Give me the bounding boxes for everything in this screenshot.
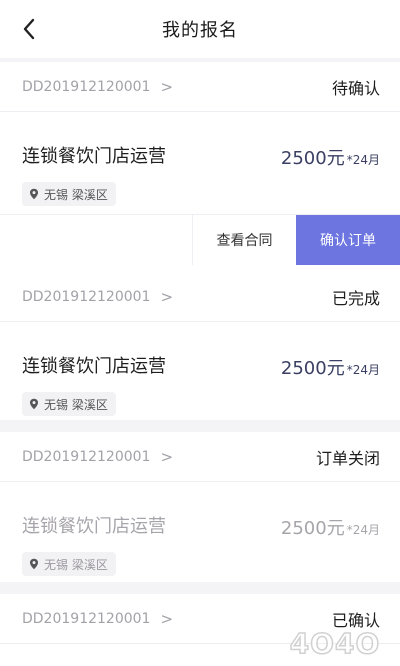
watermark-logo: 4O4O — [276, 626, 394, 660]
order-header: DD201912120001 > 待确认 — [0, 62, 400, 112]
back-button[interactable] — [18, 18, 40, 40]
job-info[interactable]: 连锁餐饮门店运营 2500元 *24月 无锡 梁溪区 — [0, 322, 400, 432]
header-bar: 我的报名 — [0, 0, 400, 58]
price-unit: *24月 — [346, 523, 380, 537]
location-pin-icon — [30, 558, 38, 570]
order-card[interactable]: DD201912120001 > 待确认 连锁餐饮门店运营 2500元 *24月… — [0, 62, 400, 276]
job-price: 2500元 *24月 — [281, 514, 380, 540]
confirm-order-button[interactable]: 确认订单 — [296, 215, 400, 265]
price-amount: 2500元 — [280, 148, 345, 169]
location-text: 无锡 梁溪区 — [44, 187, 108, 202]
job-price: 2500元 *24月 — [281, 354, 380, 380]
chevron-right-icon: > — [160, 447, 174, 466]
order-card[interactable]: DD201912120001 > 订单关闭 连锁餐饮门店运营 2500元 *24… — [0, 432, 400, 582]
job-title: 连锁餐饮门店运营 — [22, 146, 166, 167]
location-tag: 无锡 梁溪区 — [22, 392, 116, 416]
svg-text:4O4O: 4O4O — [290, 627, 381, 660]
price-amount: 2500元 — [280, 518, 345, 539]
location-pin-icon — [30, 188, 38, 200]
location-tag: 无锡 梁溪区 — [22, 182, 116, 206]
order-status: 已完成 — [331, 288, 380, 308]
page: 我的报名 DD201912120001 > 待确认 连锁餐饮门店运营 2500元… — [0, 0, 400, 666]
order-header: DD201912120001 > 订单关闭 — [0, 432, 400, 482]
chevron-right-icon: > — [160, 287, 174, 306]
location-pin-icon — [30, 398, 38, 410]
order-status: 订单关闭 — [315, 448, 380, 468]
order-number: DD201912120001 — [22, 288, 151, 305]
view-contract-button[interactable]: 查看合同 — [192, 215, 296, 265]
order-number: DD201912120001 — [22, 448, 151, 465]
job-title: 连锁餐饮门店运营 — [22, 356, 166, 377]
job-title: 连锁餐饮门店运营 — [22, 516, 166, 537]
chevron-left-icon — [23, 18, 35, 40]
location-text: 无锡 梁溪区 — [44, 397, 108, 412]
chevron-right-icon: > — [160, 609, 174, 628]
order-number-link[interactable]: DD201912120001 > — [22, 610, 173, 628]
price-unit: *24月 — [346, 363, 380, 377]
page-title: 我的报名 — [162, 20, 238, 41]
job-info[interactable]: 连锁餐饮门店运营 2500元 *24月 无锡 梁溪区 — [0, 112, 400, 222]
job-price: 2500元 *24月 — [281, 144, 380, 170]
watermark-graphic: 4O4O — [289, 626, 381, 660]
order-number-link[interactable]: DD201912120001 > — [22, 448, 173, 466]
location-tag: 无锡 梁溪区 — [22, 552, 116, 576]
price-unit: *24月 — [346, 153, 380, 167]
order-number-link[interactable]: DD201912120001 > — [22, 288, 173, 306]
order-number: DD201912120001 — [22, 610, 151, 627]
price-amount: 2500元 — [280, 358, 345, 379]
order-status: 待确认 — [331, 78, 380, 98]
order-actions: 查看合同 确认订单 — [0, 214, 400, 265]
chevron-right-icon: > — [160, 77, 174, 96]
order-card[interactable]: DD201912120001 > 已完成 连锁餐饮门店运营 2500元 *24月… — [0, 272, 400, 420]
order-number: DD201912120001 — [22, 78, 151, 95]
location-text: 无锡 梁溪区 — [44, 557, 108, 572]
job-info[interactable]: 连锁餐饮门店运营 2500元 *24月 无锡 梁溪区 — [0, 482, 400, 592]
order-header: DD201912120001 > 已完成 — [0, 272, 400, 322]
order-number-link[interactable]: DD201912120001 > — [22, 78, 173, 96]
